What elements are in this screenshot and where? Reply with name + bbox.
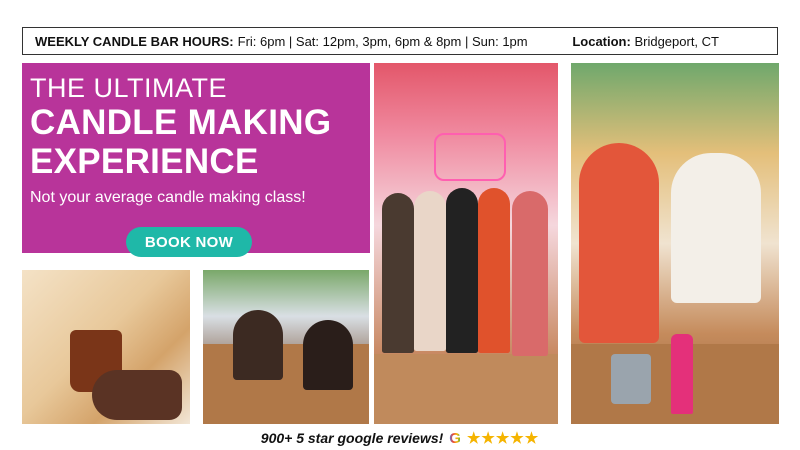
participant: [303, 320, 353, 390]
hero-subtitle: Not your average candle making class!: [30, 189, 306, 206]
neon-sign: [434, 133, 506, 181]
google-icon: G: [449, 429, 461, 447]
pouring-pitcher: [611, 354, 651, 404]
participant: [579, 143, 659, 343]
person: [382, 193, 414, 353]
floor: [374, 354, 558, 424]
person: [414, 191, 446, 351]
location-label: Location:: [572, 33, 631, 49]
class-participants-photo: [203, 270, 369, 424]
book-now-button[interactable]: BOOK NOW: [126, 227, 252, 257]
hours-label: WEEKLY CANDLE BAR HOURS:: [35, 33, 234, 49]
hero-title-line-3: EXPERIENCE: [30, 142, 259, 181]
person: [446, 188, 478, 353]
reviews-line: 900+ 5 star google reviews! G ★★★★★: [0, 428, 800, 448]
candle-pouring-photo: [571, 63, 779, 424]
hero-title-line-1: THE ULTIMATE: [30, 73, 228, 103]
hours-schedule: Fri: 6pm | Sat: 12pm, 3pm, 6pm & 8pm | S…: [237, 33, 528, 49]
location: Location: Bridgeport, CT: [572, 34, 719, 49]
participant: [233, 310, 283, 380]
pink-glass: [671, 334, 693, 414]
hand: [92, 370, 182, 420]
candle-jar-photo: [22, 270, 190, 424]
hours-banner: WEEKLY CANDLE BAR HOURS: Fri: 6pm | Sat:…: [22, 27, 778, 55]
reviews-text: 900+ 5 star google reviews!: [260, 430, 444, 446]
person: [512, 191, 548, 356]
participant: [671, 153, 761, 303]
person: [478, 188, 510, 353]
hero-banner: THE ULTIMATE CANDLE MAKING EXPERIENCE No…: [22, 63, 370, 257]
star-icon: ★★★★★: [466, 430, 540, 447]
hero-title-line-2: CANDLE MAKING: [30, 103, 332, 142]
group-photo: [374, 63, 558, 424]
location-value: Bridgeport, CT: [634, 33, 719, 49]
